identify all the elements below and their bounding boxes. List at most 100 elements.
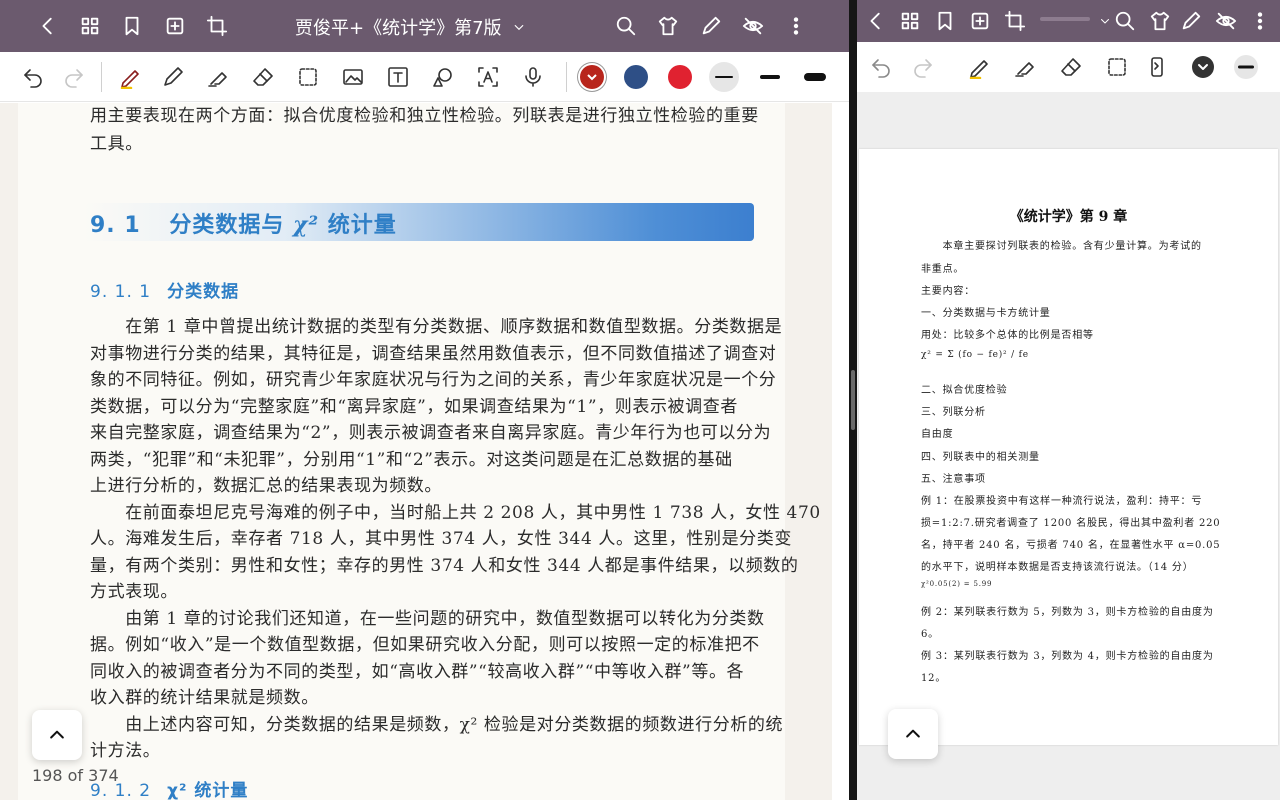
pdf-page: 用主要表现在两个方面：拟合优度检验和独立性检验。列联表是进行独立性检验的重要 工… bbox=[18, 103, 820, 800]
note-line: 6。 bbox=[921, 629, 939, 640]
note-line: 例 2：某列联表行数为 5，列数为 3，则卡方检验的自由度为 bbox=[921, 607, 1214, 618]
shape-icon[interactable] bbox=[428, 62, 458, 92]
para-line: 对事物进行分类的结果，其特征是，调查结果虽然用数值表示，但不同数值描述了调查对 bbox=[90, 343, 777, 364]
split-handle[interactable] bbox=[851, 370, 855, 430]
bookmark-icon[interactable] bbox=[930, 6, 960, 36]
crop-icon[interactable] bbox=[202, 11, 232, 41]
pen-icon[interactable] bbox=[1176, 6, 1206, 36]
note-line: 损=1:2:7.研究者调查了 1200 名股民，得出其中盈利者 220 bbox=[921, 518, 1221, 529]
eye-off-icon[interactable] bbox=[1211, 6, 1241, 36]
text-box-icon[interactable] bbox=[383, 62, 413, 92]
scroll-top-button[interactable] bbox=[888, 709, 938, 759]
line-width-thin[interactable] bbox=[1231, 52, 1261, 82]
pen-tool-icon[interactable] bbox=[116, 62, 146, 92]
add-page-icon[interactable] bbox=[160, 11, 190, 41]
grid-icon[interactable] bbox=[75, 11, 105, 41]
bookmark-icon[interactable] bbox=[117, 11, 147, 41]
para-line: 类数据，可以分为“完整家庭”和“离异家庭”，如果调查结果为“1”，则表示被调查者 bbox=[90, 396, 738, 417]
note-line: 四、列联表中的相关测量 bbox=[921, 452, 1040, 463]
note-line: 五、注意事项 bbox=[921, 474, 986, 485]
grid-icon[interactable] bbox=[895, 6, 925, 36]
para-line: 量，有两个类别：男性和女性；幸存的男性 374 人和女性 344 人都是事件结果… bbox=[90, 555, 799, 576]
undo-icon[interactable] bbox=[18, 62, 48, 92]
undo-icon[interactable] bbox=[866, 52, 896, 82]
note-line: 名，持平者 240 名，亏损者 740 名，在显著性水平 α=0.05 bbox=[921, 540, 1221, 551]
document-title-text: 贾俊平+《统计学》第7版 bbox=[295, 18, 502, 39]
line-width-thick[interactable] bbox=[800, 62, 830, 92]
note-line: 用处：比较多个总体的比例是否相等 bbox=[921, 330, 1094, 341]
page-counter: 198 of 374 bbox=[32, 766, 119, 785]
pen-icon[interactable] bbox=[696, 11, 726, 41]
note-line: 一、分类数据与卡方统计量 bbox=[921, 308, 1051, 319]
shirt-icon[interactable] bbox=[653, 11, 683, 41]
top-app-bar bbox=[857, 0, 1280, 42]
para-line: 据。例如“收入”是一个数值型数据，但如果研究收入分配，则可以按照一定的标准把不 bbox=[90, 635, 760, 655]
highlighter-icon[interactable] bbox=[203, 62, 233, 92]
highlighter-icon[interactable] bbox=[1010, 52, 1040, 82]
section-heading: 9. 1 分类数据与 χ² 统计量 bbox=[90, 207, 397, 239]
note-line: 12。 bbox=[921, 673, 947, 684]
note-line: 自由度 bbox=[921, 429, 954, 440]
pdf-viewport[interactable]: 用主要表现在两个方面：拟合优度检验和独立性检验。列联表是进行独立性检验的重要 工… bbox=[0, 103, 849, 800]
crop-icon[interactable] bbox=[1000, 6, 1030, 36]
left-pane: 贾俊平+《统计学》第7版 用主要表现在两个方面：拟合优度检验和独立性检验。列联表… bbox=[0, 0, 849, 800]
note-line: 主要内容： bbox=[921, 286, 975, 297]
lasso-select-icon[interactable] bbox=[1102, 52, 1132, 82]
subsection-heading: 9. 1. 1 分类数据 bbox=[90, 277, 239, 302]
scroll-top-button[interactable] bbox=[32, 710, 82, 760]
back-icon[interactable] bbox=[33, 11, 63, 41]
shirt-icon[interactable] bbox=[1145, 6, 1175, 36]
search-icon[interactable] bbox=[611, 11, 641, 41]
color-swatch-blue[interactable] bbox=[624, 65, 648, 89]
section-chi: χ² bbox=[293, 212, 320, 238]
para-line: 在前面泰坦尼克号海难的例子中，当时船上共 2 208 人，其中男性 1 738 … bbox=[90, 502, 821, 523]
note-line: 例 3：某列联表行数为 3，列数为 4，则卡方检验的自由度为 bbox=[921, 651, 1214, 662]
redo-icon[interactable] bbox=[59, 62, 89, 92]
more-icon[interactable] bbox=[781, 11, 811, 41]
scroll-gutter[interactable] bbox=[832, 103, 849, 800]
chevron-down-icon bbox=[514, 24, 524, 31]
para-line: 两类，“犯罪”和“未犯罪”，分别用“1”和“2”表示。对这类问题是在汇总数据的基… bbox=[90, 449, 733, 470]
eraser-icon[interactable] bbox=[248, 62, 278, 92]
para-line: 人。海难发生后，幸存者 718 人，其中男性 374 人，女性 344 人。这里… bbox=[90, 529, 792, 549]
add-page-icon[interactable] bbox=[965, 6, 995, 36]
chevron-down-icon bbox=[587, 74, 597, 81]
para-line: 收入群的统计结果就是频数。 bbox=[90, 688, 319, 708]
line-width-thin[interactable] bbox=[709, 62, 739, 92]
microphone-icon[interactable] bbox=[518, 62, 548, 92]
formula-line: χ²0.05(2) = 5.99 bbox=[921, 580, 993, 588]
pen-tool-icon[interactable] bbox=[965, 52, 995, 82]
redo-icon[interactable] bbox=[908, 52, 938, 82]
para-line: 在第 1 章中曾提出统计数据的类型有分类数据、顺序数据和数值型数据。分类数据是 bbox=[90, 317, 783, 337]
intro-line: 工具。 bbox=[90, 134, 143, 154]
line-width-medium[interactable] bbox=[755, 62, 785, 92]
note-line: 二、拟合优度检验 bbox=[921, 385, 1008, 396]
para-line: 同收入的被调查者分为不同的类型，如“高收入群”“较高收入群”“中等收入群”等。各 bbox=[90, 661, 745, 682]
more-icon[interactable] bbox=[1245, 6, 1275, 36]
eraser-icon[interactable] bbox=[1056, 52, 1086, 82]
note-line: 的水平下，说明样本数据是否支持该流行说法。（14 分） bbox=[921, 562, 1194, 573]
para-line: 由第 1 章的讨论我们还知道，在一些问题的研究中，数值型数据可以转化为分类数 bbox=[90, 608, 765, 629]
top-app-bar: 贾俊平+《统计学》第7版 bbox=[0, 0, 849, 52]
back-icon[interactable] bbox=[861, 6, 891, 36]
color-swatch-red[interactable] bbox=[668, 65, 692, 89]
para-line: 计方法。 bbox=[90, 741, 161, 761]
para-line: 来自完整家庭，调查结果为“2”，则表示被调查者来自离异家庭。青少年行为也可以分为 bbox=[90, 423, 772, 443]
color-picker-black[interactable] bbox=[1188, 52, 1218, 82]
title-placeholder bbox=[1040, 17, 1090, 21]
note-line: 例 1：在股票投资中有这样一种流行说法，盈利：持平：亏 bbox=[921, 496, 1203, 507]
search-icon[interactable] bbox=[1110, 6, 1140, 36]
image-icon[interactable] bbox=[338, 62, 368, 92]
document-title[interactable]: 贾俊平+《统计学》第7版 bbox=[295, 14, 526, 40]
para-line: 象的不同特征。例如，研究青少年家庭状况与行为之间的关系，青少年家庭状况是一个分 bbox=[90, 370, 777, 390]
split-divider[interactable] bbox=[849, 0, 857, 800]
ocr-icon[interactable] bbox=[473, 62, 503, 92]
phone-icon[interactable] bbox=[1142, 52, 1172, 82]
pencil-icon[interactable] bbox=[158, 62, 188, 92]
note-title: 《统计学》第 9 章 bbox=[1009, 209, 1128, 225]
subsection-title: 分类数据 bbox=[167, 282, 240, 302]
lasso-select-icon[interactable] bbox=[293, 62, 323, 92]
color-swatch-dark-red[interactable] bbox=[580, 65, 604, 89]
eye-off-icon[interactable] bbox=[738, 11, 768, 41]
annotation-toolbar bbox=[857, 42, 1280, 92]
